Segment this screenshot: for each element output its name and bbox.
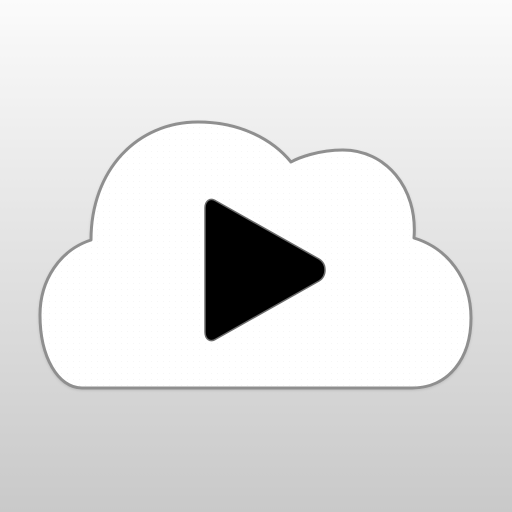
- app-icon[interactable]: cloud-play-icon: [0, 0, 512, 512]
- cloud-play-icon: [0, 0, 512, 512]
